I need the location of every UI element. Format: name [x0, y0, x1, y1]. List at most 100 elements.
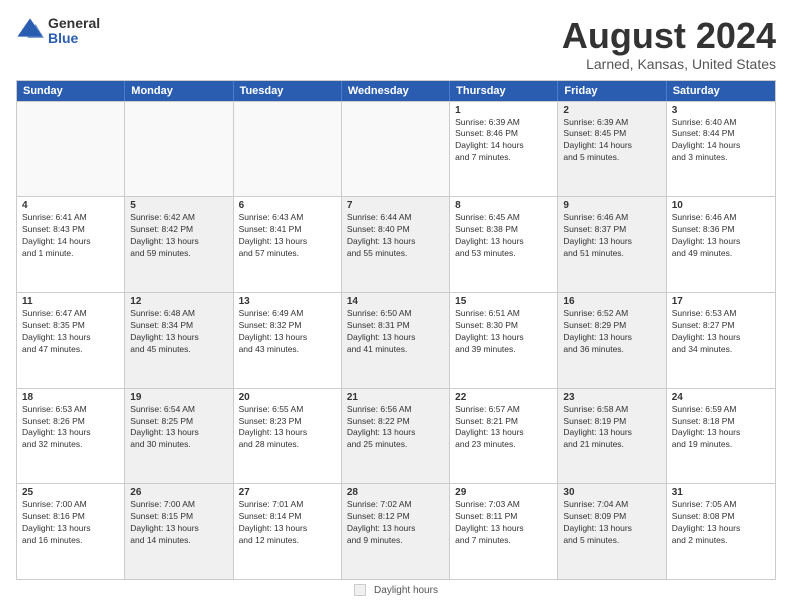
day-number: 22	[455, 392, 552, 403]
week-row-4: 18Sunrise: 6:53 AM Sunset: 8:26 PM Dayli…	[17, 388, 775, 484]
cal-cell: 7Sunrise: 6:44 AM Sunset: 8:40 PM Daylig…	[342, 197, 450, 292]
day-number: 11	[22, 296, 119, 307]
day-header-thursday: Thursday	[450, 81, 558, 101]
day-header-wednesday: Wednesday	[342, 81, 450, 101]
day-info: Sunrise: 6:58 AM Sunset: 8:19 PM Dayligh…	[563, 404, 660, 452]
cal-cell: 8Sunrise: 6:45 AM Sunset: 8:38 PM Daylig…	[450, 197, 558, 292]
cal-cell: 2Sunrise: 6:39 AM Sunset: 8:45 PM Daylig…	[558, 102, 666, 197]
cal-cell: 6Sunrise: 6:43 AM Sunset: 8:41 PM Daylig…	[234, 197, 342, 292]
day-info: Sunrise: 6:56 AM Sunset: 8:22 PM Dayligh…	[347, 404, 444, 452]
day-info: Sunrise: 7:01 AM Sunset: 8:14 PM Dayligh…	[239, 499, 336, 547]
day-header-tuesday: Tuesday	[234, 81, 342, 101]
day-number: 29	[455, 487, 552, 498]
cal-cell	[17, 102, 125, 197]
cal-cell: 5Sunrise: 6:42 AM Sunset: 8:42 PM Daylig…	[125, 197, 233, 292]
cal-cell: 26Sunrise: 7:00 AM Sunset: 8:15 PM Dayli…	[125, 484, 233, 579]
cal-cell: 4Sunrise: 6:41 AM Sunset: 8:43 PM Daylig…	[17, 197, 125, 292]
day-number: 14	[347, 296, 444, 307]
day-number: 10	[672, 200, 770, 211]
day-number: 15	[455, 296, 552, 307]
week-row-5: 25Sunrise: 7:00 AM Sunset: 8:16 PM Dayli…	[17, 483, 775, 579]
day-info: Sunrise: 6:52 AM Sunset: 8:29 PM Dayligh…	[563, 308, 660, 356]
day-info: Sunrise: 6:49 AM Sunset: 8:32 PM Dayligh…	[239, 308, 336, 356]
day-info: Sunrise: 7:02 AM Sunset: 8:12 PM Dayligh…	[347, 499, 444, 547]
cal-cell: 11Sunrise: 6:47 AM Sunset: 8:35 PM Dayli…	[17, 293, 125, 388]
day-info: Sunrise: 6:54 AM Sunset: 8:25 PM Dayligh…	[130, 404, 227, 452]
page: General Blue August 2024 Larned, Kansas,…	[0, 0, 792, 612]
day-info: Sunrise: 6:46 AM Sunset: 8:36 PM Dayligh…	[672, 212, 770, 260]
cal-cell: 20Sunrise: 6:55 AM Sunset: 8:23 PM Dayli…	[234, 389, 342, 484]
day-info: Sunrise: 6:44 AM Sunset: 8:40 PM Dayligh…	[347, 212, 444, 260]
day-info: Sunrise: 6:53 AM Sunset: 8:27 PM Dayligh…	[672, 308, 770, 356]
cal-cell: 18Sunrise: 6:53 AM Sunset: 8:26 PM Dayli…	[17, 389, 125, 484]
week-row-2: 4Sunrise: 6:41 AM Sunset: 8:43 PM Daylig…	[17, 196, 775, 292]
day-info: Sunrise: 6:39 AM Sunset: 8:46 PM Dayligh…	[455, 117, 552, 165]
subtitle: Larned, Kansas, United States	[562, 56, 776, 72]
cal-cell: 1Sunrise: 6:39 AM Sunset: 8:46 PM Daylig…	[450, 102, 558, 197]
day-number: 20	[239, 392, 336, 403]
calendar-body: 1Sunrise: 6:39 AM Sunset: 8:46 PM Daylig…	[17, 101, 775, 579]
day-number: 23	[563, 392, 660, 403]
day-info: Sunrise: 6:47 AM Sunset: 8:35 PM Dayligh…	[22, 308, 119, 356]
day-info: Sunrise: 6:46 AM Sunset: 8:37 PM Dayligh…	[563, 212, 660, 260]
day-info: Sunrise: 6:59 AM Sunset: 8:18 PM Dayligh…	[672, 404, 770, 452]
cal-cell	[125, 102, 233, 197]
day-info: Sunrise: 6:43 AM Sunset: 8:41 PM Dayligh…	[239, 212, 336, 260]
day-number: 2	[563, 105, 660, 116]
day-number: 27	[239, 487, 336, 498]
day-info: Sunrise: 6:50 AM Sunset: 8:31 PM Dayligh…	[347, 308, 444, 356]
day-header-sunday: Sunday	[17, 81, 125, 101]
cal-cell: 16Sunrise: 6:52 AM Sunset: 8:29 PM Dayli…	[558, 293, 666, 388]
cal-cell: 22Sunrise: 6:57 AM Sunset: 8:21 PM Dayli…	[450, 389, 558, 484]
week-row-3: 11Sunrise: 6:47 AM Sunset: 8:35 PM Dayli…	[17, 292, 775, 388]
cal-cell: 21Sunrise: 6:56 AM Sunset: 8:22 PM Dayli…	[342, 389, 450, 484]
legend-label: Daylight hours	[374, 585, 438, 596]
main-title: August 2024	[562, 16, 776, 56]
day-info: Sunrise: 7:00 AM Sunset: 8:16 PM Dayligh…	[22, 499, 119, 547]
day-number: 25	[22, 487, 119, 498]
day-number: 16	[563, 296, 660, 307]
header: General Blue August 2024 Larned, Kansas,…	[16, 16, 776, 72]
cal-cell: 29Sunrise: 7:03 AM Sunset: 8:11 PM Dayli…	[450, 484, 558, 579]
cal-cell: 23Sunrise: 6:58 AM Sunset: 8:19 PM Dayli…	[558, 389, 666, 484]
day-info: Sunrise: 7:00 AM Sunset: 8:15 PM Dayligh…	[130, 499, 227, 547]
logo-icon	[16, 17, 44, 45]
cal-cell: 17Sunrise: 6:53 AM Sunset: 8:27 PM Dayli…	[667, 293, 775, 388]
title-section: August 2024 Larned, Kansas, United State…	[562, 16, 776, 72]
day-number: 1	[455, 105, 552, 116]
day-header-friday: Friday	[558, 81, 666, 101]
day-number: 19	[130, 392, 227, 403]
logo-blue-text: Blue	[48, 31, 100, 46]
cal-cell: 14Sunrise: 6:50 AM Sunset: 8:31 PM Dayli…	[342, 293, 450, 388]
logo-general-text: General	[48, 16, 100, 31]
day-info: Sunrise: 6:55 AM Sunset: 8:23 PM Dayligh…	[239, 404, 336, 452]
day-info: Sunrise: 7:04 AM Sunset: 8:09 PM Dayligh…	[563, 499, 660, 547]
cal-cell: 25Sunrise: 7:00 AM Sunset: 8:16 PM Dayli…	[17, 484, 125, 579]
day-number: 7	[347, 200, 444, 211]
day-info: Sunrise: 7:05 AM Sunset: 8:08 PM Dayligh…	[672, 499, 770, 547]
day-header-monday: Monday	[125, 81, 233, 101]
day-info: Sunrise: 6:51 AM Sunset: 8:30 PM Dayligh…	[455, 308, 552, 356]
cal-cell: 31Sunrise: 7:05 AM Sunset: 8:08 PM Dayli…	[667, 484, 775, 579]
day-info: Sunrise: 7:03 AM Sunset: 8:11 PM Dayligh…	[455, 499, 552, 547]
logo: General Blue	[16, 16, 100, 47]
day-info: Sunrise: 6:48 AM Sunset: 8:34 PM Dayligh…	[130, 308, 227, 356]
calendar: SundayMondayTuesdayWednesdayThursdayFrid…	[16, 80, 776, 580]
day-number: 26	[130, 487, 227, 498]
cal-cell: 10Sunrise: 6:46 AM Sunset: 8:36 PM Dayli…	[667, 197, 775, 292]
day-number: 12	[130, 296, 227, 307]
calendar-header: SundayMondayTuesdayWednesdayThursdayFrid…	[17, 81, 775, 101]
day-number: 13	[239, 296, 336, 307]
day-info: Sunrise: 6:39 AM Sunset: 8:45 PM Dayligh…	[563, 117, 660, 165]
logo-text: General Blue	[48, 16, 100, 47]
day-number: 8	[455, 200, 552, 211]
cal-cell	[234, 102, 342, 197]
cal-cell: 19Sunrise: 6:54 AM Sunset: 8:25 PM Dayli…	[125, 389, 233, 484]
week-row-1: 1Sunrise: 6:39 AM Sunset: 8:46 PM Daylig…	[17, 101, 775, 197]
cal-cell: 24Sunrise: 6:59 AM Sunset: 8:18 PM Dayli…	[667, 389, 775, 484]
day-number: 30	[563, 487, 660, 498]
legend-shaded-box	[354, 584, 366, 596]
cal-cell: 15Sunrise: 6:51 AM Sunset: 8:30 PM Dayli…	[450, 293, 558, 388]
day-number: 21	[347, 392, 444, 403]
cal-cell: 30Sunrise: 7:04 AM Sunset: 8:09 PM Dayli…	[558, 484, 666, 579]
